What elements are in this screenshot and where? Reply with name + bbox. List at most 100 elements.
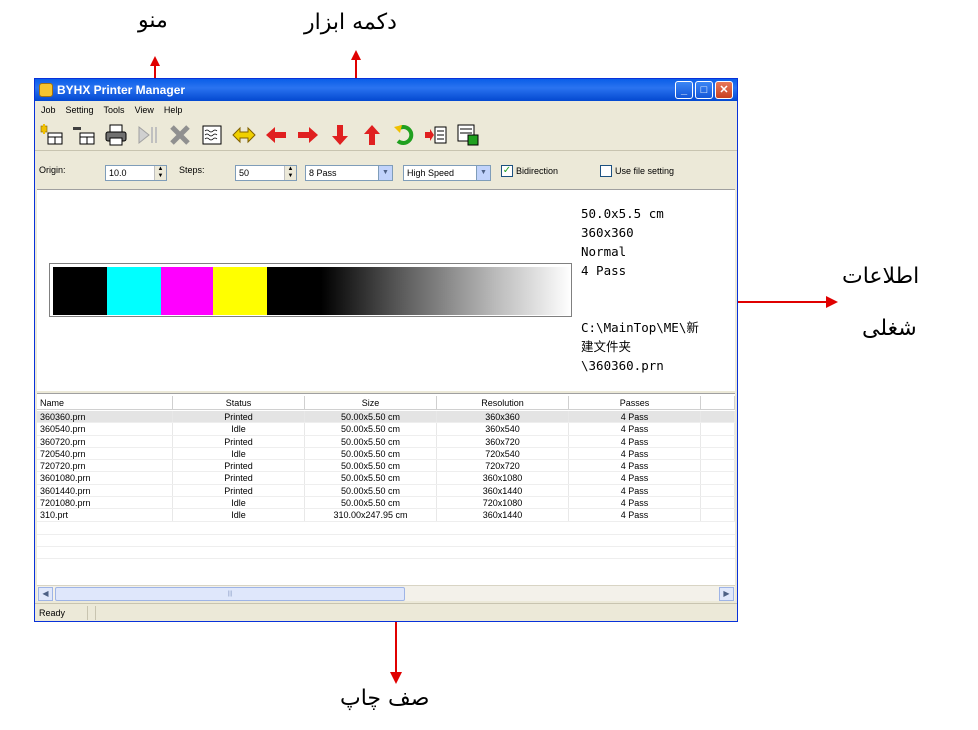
menu-bar: Job Setting Tools View Help <box>35 101 737 119</box>
menu-tools[interactable]: Tools <box>104 105 125 115</box>
cell-resolution: 360x1440 <box>437 484 569 497</box>
cell-name: 360540.prn <box>37 423 173 435</box>
cell-passes: 4 Pass <box>569 423 701 435</box>
cell-resolution: 360x1440 <box>437 509 569 521</box>
cell-name: 360360.prn <box>37 411 173 423</box>
cell-size: 50.00x5.50 cm <box>305 472 437 484</box>
cell-status: Printed <box>173 411 305 423</box>
cell-spacer <box>701 435 735 447</box>
title-bar[interactable]: BYHX Printer Manager _ □ ✕ <box>35 79 737 101</box>
pause-icon[interactable] <box>135 122 161 148</box>
scroll-left-icon[interactable]: ◀ <box>38 587 53 601</box>
cell-status: Printed <box>173 484 305 497</box>
header-passes[interactable]: Passes <box>569 396 701 410</box>
cell-name: 720720.prn <box>37 460 173 472</box>
maximize-button[interactable]: □ <box>695 81 713 99</box>
cell-resolution: 720x1080 <box>437 497 569 509</box>
head-clean-icon[interactable] <box>199 122 225 148</box>
refresh-icon[interactable] <box>391 122 417 148</box>
pass-value: 8 Pass <box>309 168 337 178</box>
table-row[interactable]: 720540.prn Idle 50.00x5.50 cm 720x540 4 Pass <box>37 447 735 461</box>
steps-value: 50 <box>239 168 250 178</box>
cell-spacer <box>701 472 735 484</box>
cell-status: Printed <box>173 460 305 472</box>
move-down-icon[interactable] <box>327 122 353 148</box>
swatch-yellow <box>213 267 267 315</box>
cell-status: Printed <box>173 472 305 484</box>
job-info-path-3: \360360.prn <box>581 358 664 373</box>
header-name[interactable]: Name <box>37 396 173 410</box>
steps-input[interactable]: 50 ▲ ▼ <box>235 165 297 181</box>
move-right-icon[interactable] <box>295 122 321 148</box>
cell-resolution: 360x360 <box>437 411 569 423</box>
status-bar: Ready <box>35 603 737 621</box>
close-button[interactable]: ✕ <box>715 81 733 99</box>
origin-input[interactable]: 10.0 ▲ ▼ <box>105 165 167 181</box>
import-icon[interactable] <box>423 122 449 148</box>
steps-label: Steps: <box>179 165 205 175</box>
annotation-menu: منو <box>138 8 168 33</box>
cancel-icon[interactable] <box>167 122 193 148</box>
table-row[interactable]: 7201080.prn Idle 50.00x5.50 cm 720x1080 4 Pa… <box>37 497 735 510</box>
print-icon[interactable] <box>103 122 129 148</box>
cell-spacer <box>701 447 735 460</box>
horizontal-scrollbar[interactable]: ◀ ||| ▶ <box>37 585 735 601</box>
use-file-setting-checkbox[interactable] <box>600 165 612 177</box>
cell-passes: 4 Pass <box>569 411 701 423</box>
menu-setting[interactable]: Setting <box>66 105 94 115</box>
cell-passes: 4 Pass <box>569 472 701 484</box>
cell-status: Idle <box>173 497 305 509</box>
table-row[interactable]: 310.prt Idle 310.00x247.95 cm 360x1440 4 Pas… <box>37 509 735 522</box>
table-row[interactable]: 720720.prn Printed 50.00x5.50 cm 720x720 4 P… <box>37 460 735 473</box>
menu-job[interactable]: Job <box>41 105 56 115</box>
swatch-magenta <box>161 267 213 315</box>
scroll-right-icon[interactable]: ▶ <box>719 587 734 601</box>
pass-select[interactable]: 8 Pass ▼ <box>305 165 393 181</box>
menu-view[interactable]: View <box>135 105 154 115</box>
speed-select[interactable]: High Speed ▼ <box>403 165 491 181</box>
annotation-arrowhead-job-info <box>826 296 838 308</box>
move-horizontal-icon[interactable] <box>231 122 257 148</box>
header-status[interactable]: Status <box>173 396 305 410</box>
annotation-arrowhead-menu <box>150 56 160 66</box>
steps-spinner[interactable]: ▲ ▼ <box>284 166 296 180</box>
origin-value: 10.0 <box>109 168 127 178</box>
cell-size: 50.00x5.50 cm <box>305 497 437 509</box>
job-settings-icon[interactable] <box>455 122 481 148</box>
bidirection-checkbox[interactable]: ✓ <box>501 165 513 177</box>
job-info-resolution: 360x360 <box>581 225 634 240</box>
cell-resolution: 360x720 <box>437 435 569 447</box>
table-row[interactable]: 360360.prn Printed 50.00x5.50 cm 360x360 4 P… <box>37 411 735 424</box>
cell-passes: 4 Pass <box>569 447 701 460</box>
chevron-down-icon[interactable]: ▼ <box>476 166 490 180</box>
remove-job-icon[interactable] <box>71 122 97 148</box>
job-info-passes: 4 Pass <box>581 263 627 278</box>
menu-help[interactable]: Help <box>164 105 183 115</box>
status-divider <box>87 606 88 620</box>
minimize-button[interactable]: _ <box>675 81 693 99</box>
scroll-thumb[interactable]: ||| <box>55 587 405 601</box>
add-job-icon[interactable] <box>39 122 65 148</box>
queue-rows: 360360.prn Printed 50.00x5.50 cm 360x360 4 P… <box>37 411 735 522</box>
cell-size: 50.00x5.50 cm <box>305 423 437 435</box>
cell-name: 720540.prn <box>37 447 173 460</box>
table-row[interactable]: 3601440.prn Printed 50.00x5.50 cm 360x1440 4… <box>37 484 735 498</box>
origin-spinner[interactable]: ▲ ▼ <box>154 166 166 180</box>
color-bar-preview <box>49 263 572 317</box>
job-preview: 50.0x5.5 cm 360x360 Normal 4 Pass C:\Mai… <box>37 189 735 391</box>
move-up-icon[interactable] <box>359 122 385 148</box>
cell-spacer <box>701 497 735 509</box>
header-resolution[interactable]: Resolution <box>437 396 569 410</box>
cell-passes: 4 Pass <box>569 460 701 472</box>
annotation-print-queue: صف چاپ <box>340 686 430 711</box>
header-size[interactable]: Size <box>305 396 437 410</box>
cell-name: 3601080.prn <box>37 472 173 484</box>
table-row[interactable]: 360540.prn Idle 50.00x5.50 cm 360x540 4 Pass <box>37 423 735 436</box>
chevron-down-icon[interactable]: ▼ <box>378 166 392 180</box>
table-row[interactable]: 3601080.prn Printed 50.00x5.50 cm 360x1080 4… <box>37 472 735 485</box>
table-row[interactable]: 360720.prn Printed 50.00x5.50 cm 360x720 4 P… <box>37 435 735 448</box>
options-bar: Origin: 10.0 ▲ ▼ Steps: 50 ▲ ▼ 8 Pass ▼ Hi… <box>35 159 737 183</box>
cell-status: Idle <box>173 447 305 460</box>
cell-spacer <box>701 460 735 472</box>
move-left-icon[interactable] <box>263 122 289 148</box>
